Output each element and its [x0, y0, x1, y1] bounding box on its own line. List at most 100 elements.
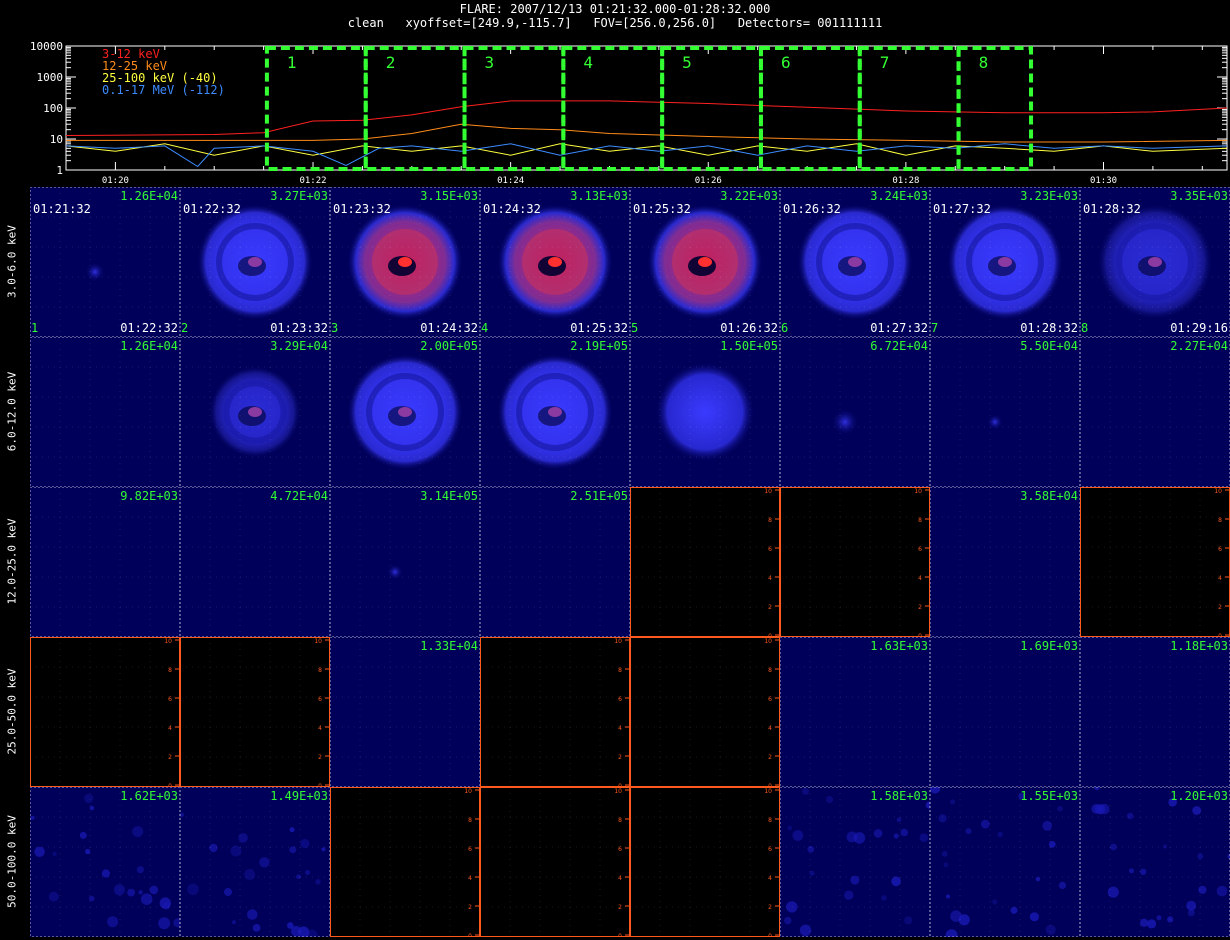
- source-blob: [387, 564, 403, 580]
- blank-tick-label: 4: [318, 725, 322, 732]
- row-energy-label: 12.0-25.0 keV: [5, 518, 19, 605]
- blank-tick-label: 4: [1218, 575, 1222, 582]
- peak-flux-label: 3.22E+03: [720, 189, 778, 203]
- image-background: [30, 337, 180, 487]
- interval-index-label: 5: [631, 321, 639, 335]
- blank-tick-label: 2: [618, 904, 622, 911]
- peak-flux-label: 1.50E+05: [720, 339, 778, 353]
- noise-speck: [1198, 885, 1207, 894]
- noise-speck: [1197, 853, 1204, 860]
- noise-speck: [802, 787, 809, 795]
- noise-speck: [1163, 844, 1168, 849]
- image-cell: 3.14E+05: [330, 487, 480, 637]
- interval-index-label: 7: [931, 321, 939, 335]
- blank-tick-label: 2: [468, 904, 472, 911]
- image-panel: [930, 337, 1080, 487]
- image-cell: 1.26E+04: [30, 337, 180, 487]
- peak-flux-label: 2.19E+05: [570, 339, 628, 353]
- noise-speck: [950, 910, 962, 922]
- peak-flux-label: 6.72E+04: [870, 339, 928, 353]
- blank-tick-label: 6: [768, 696, 772, 703]
- peak-flux-label: 2.27E+04: [1170, 339, 1228, 353]
- image-background: [930, 487, 1080, 637]
- blank-tick-label: 10: [314, 638, 322, 645]
- peak-flux-label: 3.27E+03: [270, 189, 328, 203]
- peak-flux-label: 1.58E+03: [870, 789, 928, 803]
- noise-speck: [84, 793, 94, 804]
- noise-speck: [52, 851, 57, 856]
- image-cell: 3.15E+03 01:23:32 01:24:32 3: [330, 187, 480, 337]
- noise-speck: [919, 833, 929, 842]
- peak-flux-label: 1.49E+03: [270, 789, 328, 803]
- noise-speck: [946, 894, 951, 899]
- image-background: [780, 337, 930, 487]
- source-blob: [85, 262, 105, 282]
- noise-speck: [786, 901, 798, 913]
- blank-tick-label: 4: [168, 725, 172, 732]
- noise-speck: [158, 917, 171, 930]
- image-panel: [330, 487, 480, 637]
- image-background: [780, 487, 930, 637]
- image-background: [480, 787, 630, 937]
- end-time-label: 01:25:32: [570, 321, 628, 335]
- noise-speck: [289, 846, 297, 854]
- start-time-label: 01:28:32: [1083, 202, 1141, 216]
- peak-flux-label: 3.35E+03: [1170, 189, 1228, 203]
- image-background: [330, 637, 480, 787]
- image-cell: 1.69E+03: [930, 637, 1080, 787]
- image-panel: 0246810: [480, 787, 630, 937]
- noise-speck: [1129, 868, 1134, 874]
- interval-index-label: 4: [481, 321, 489, 335]
- image-cell: 5.50E+04: [930, 337, 1080, 487]
- image-cell: 0 2 4 6 8 10: [480, 637, 630, 787]
- image-cell: 0 2 4 6 8 10: [180, 637, 330, 787]
- image-cell: 3.29E+04: [180, 337, 330, 487]
- noise-speck: [1107, 886, 1119, 898]
- noise-speck: [132, 826, 144, 838]
- peak-flux-label: 1.26E+04: [120, 189, 178, 203]
- image-cell: 1.33E+04: [330, 637, 480, 787]
- start-time-label: 01:21:32: [33, 202, 91, 216]
- noise-speck: [1126, 812, 1134, 820]
- image-panel: [180, 337, 330, 487]
- peak-flux-label: 1.55E+03: [1020, 789, 1078, 803]
- image-background: [1080, 337, 1230, 487]
- noise-speck: [187, 883, 199, 896]
- noise-speck: [247, 909, 258, 920]
- image-panel: [1080, 637, 1230, 787]
- blank-tick-label: 10: [614, 638, 622, 645]
- source-blob: [831, 408, 859, 436]
- blank-tick-label: 6: [468, 846, 472, 853]
- noise-speck: [1192, 806, 1202, 815]
- noise-speck: [965, 828, 972, 835]
- source-core: [548, 257, 562, 267]
- image-cell: 1.20E+03: [1080, 787, 1230, 937]
- blank-tick-label: 8: [768, 667, 772, 674]
- blank-tick-label: 2: [318, 754, 322, 761]
- noise-speck: [113, 884, 125, 896]
- image-panel: 0246810: [30, 637, 180, 787]
- image-background: [180, 637, 330, 787]
- source-core: [398, 407, 412, 417]
- noise-speck: [1048, 841, 1056, 848]
- image-panel: 0246810: [330, 787, 480, 937]
- blank-tick-label: 10: [764, 488, 772, 495]
- image-grid: 3.0-6.0 keV 1.26E+04 01:21:32 01:22:32 1 3.27…: [0, 0, 1230, 940]
- image-panel: [180, 787, 330, 937]
- image-cell: 1.18E+03: [1080, 637, 1230, 787]
- blank-tick-label: 8: [318, 667, 322, 674]
- image-cell: 3.24E+03 01:26:32 01:27:32 6: [780, 187, 930, 337]
- blank-tick-label: 2: [768, 604, 772, 611]
- blank-tick-label: 6: [768, 546, 772, 553]
- noise-speck: [30, 815, 35, 820]
- image-cell: 0 2 4 6 8 10: [480, 787, 630, 937]
- image-background: [630, 787, 780, 937]
- noise-speck: [296, 874, 301, 879]
- source-core: [998, 257, 1012, 267]
- blank-tick-label: 2: [768, 754, 772, 761]
- peak-flux-label: 9.82E+03: [120, 489, 178, 503]
- image-cell: 0 2 4 6 8 10: [630, 787, 780, 937]
- end-time-label: 01:29:16: [1170, 321, 1228, 335]
- image-panel: [330, 337, 480, 487]
- noise-speck: [162, 901, 171, 910]
